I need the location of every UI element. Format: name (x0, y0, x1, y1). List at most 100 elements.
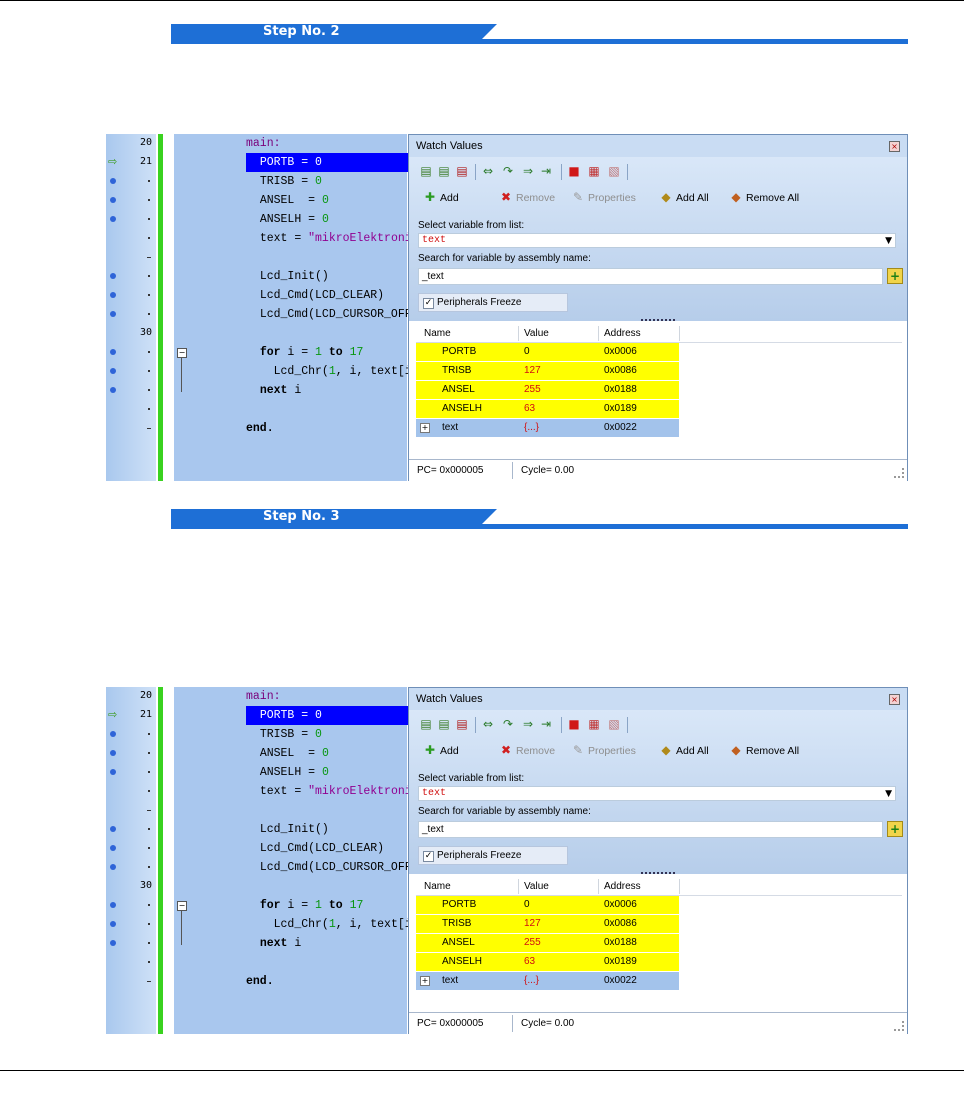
gutter-row[interactable] (106, 725, 156, 744)
remove-button[interactable]: ✖ Remove (499, 189, 555, 205)
breakpoint-marker-icon[interactable] (110, 349, 116, 355)
code-editor[interactable]: main: PORTB = 0 TRISB = 0 ANSEL = 0 ANSE… (174, 687, 471, 1034)
gutter-row[interactable] (106, 191, 156, 210)
add-button[interactable]: ✚ Add (423, 742, 459, 758)
gutter-row[interactable]: ⇨ 21 (106, 706, 156, 725)
column-header-address[interactable]: Address (604, 880, 641, 893)
step-into-icon[interactable]: ▤ (437, 717, 451, 731)
clear-breakpoints-icon[interactable]: ▧ (607, 717, 621, 731)
gutter-row[interactable]: 20 (106, 134, 156, 153)
assembly-name-search-input[interactable]: _text (418, 821, 883, 838)
gutter-row[interactable] (106, 229, 156, 248)
breakpoint-marker-icon[interactable] (110, 311, 116, 317)
gutter-row[interactable] (106, 305, 156, 324)
variable-select[interactable]: text ▼ (418, 233, 896, 248)
table-row[interactable]: TRISB 127 0x0086 (416, 915, 679, 933)
gutter-row[interactable] (106, 343, 156, 362)
table-row[interactable]: PORTB 0 0x0006 (416, 343, 679, 361)
column-header-name[interactable]: Name (424, 327, 451, 340)
run-to-cursor-icon[interactable]: ↷ (501, 164, 515, 178)
step-out-icon[interactable]: ⇒ (521, 164, 535, 178)
gutter-row[interactable] (106, 210, 156, 229)
splitter-grip[interactable] (641, 319, 675, 323)
breakpoint-marker-icon[interactable] (110, 769, 116, 775)
peripherals-freeze-checkbox[interactable]: ✓ Peripherals Freeze (418, 846, 568, 865)
table-row[interactable]: TRISB 127 0x0086 (416, 362, 679, 380)
gutter-row[interactable] (106, 381, 156, 400)
toggle-breakpoint-icon[interactable]: ⇔ (481, 164, 495, 178)
close-icon[interactable]: × (889, 694, 900, 705)
gutter-row[interactable] (106, 820, 156, 839)
table-row-selected[interactable]: + text {...} 0x0022 (416, 419, 679, 437)
step-over-icon[interactable]: ▤ (455, 164, 469, 178)
gutter-row[interactable] (106, 953, 156, 972)
gutter-row[interactable] (106, 763, 156, 782)
assembly-name-search-input[interactable]: _text (418, 268, 883, 285)
expand-icon[interactable]: + (420, 423, 430, 433)
breakpoint-marker-icon[interactable] (110, 845, 116, 851)
gutter-row[interactable]: 20 (106, 687, 156, 706)
breakpoint-marker-icon[interactable] (110, 178, 116, 184)
chevron-down-icon[interactable]: ▼ (885, 787, 892, 801)
gutter-row[interactable]: 30 (106, 877, 156, 896)
chevron-down-icon[interactable]: ▼ (885, 234, 892, 248)
gutter-row[interactable] (106, 782, 156, 801)
step-into-icon[interactable]: ▤ (437, 164, 451, 178)
breakpoint-marker-icon[interactable] (110, 940, 116, 946)
remove-all-button[interactable]: ◆ Remove All (729, 742, 799, 758)
remove-all-button[interactable]: ◆ Remove All (729, 189, 799, 205)
breakpoints-list-icon[interactable]: ▦ (587, 717, 601, 731)
resize-grip-icon[interactable] (894, 468, 904, 478)
run-to-cursor-icon[interactable]: ↷ (501, 717, 515, 731)
run-icon[interactable]: ▤ (419, 717, 433, 731)
clear-breakpoints-icon[interactable]: ▧ (607, 164, 621, 178)
add-all-button[interactable]: ◆ Add All (659, 742, 708, 758)
gutter-row[interactable]: 30 (106, 324, 156, 343)
splitter-grip[interactable] (641, 872, 675, 876)
column-header-value[interactable]: Value (524, 327, 549, 340)
breakpoint-marker-icon[interactable] (110, 368, 116, 374)
add-all-button[interactable]: ◆ Add All (659, 189, 708, 205)
jump-icon[interactable]: ⇥ (539, 717, 553, 731)
column-header-value[interactable]: Value (524, 880, 549, 893)
breakpoint-marker-icon[interactable] (110, 387, 116, 393)
stop-icon[interactable]: ■ (567, 164, 581, 178)
fold-toggle-icon[interactable]: − (177, 901, 187, 911)
gutter-row[interactable] (106, 801, 156, 820)
breakpoints-list-icon[interactable]: ▦ (587, 164, 601, 178)
breakpoint-marker-icon[interactable] (110, 921, 116, 927)
properties-button[interactable]: ✎ Properties (571, 742, 636, 758)
properties-button[interactable]: ✎ Properties (571, 189, 636, 205)
breakpoint-marker-icon[interactable] (110, 273, 116, 279)
remove-button[interactable]: ✖ Remove (499, 742, 555, 758)
gutter-row[interactable] (106, 896, 156, 915)
gutter-row[interactable]: ⇨ 21 (106, 153, 156, 172)
breakpoint-marker-icon[interactable] (110, 864, 116, 870)
gutter-row[interactable] (106, 915, 156, 934)
gutter-row[interactable] (106, 286, 156, 305)
gutter-row[interactable] (106, 744, 156, 763)
breakpoint-marker-icon[interactable] (110, 750, 116, 756)
table-row[interactable]: ANSEL 255 0x0188 (416, 934, 679, 952)
breakpoint-marker-icon[interactable] (110, 731, 116, 737)
table-row[interactable]: ANSELH 63 0x0189 (416, 953, 679, 971)
jump-icon[interactable]: ⇥ (539, 164, 553, 178)
gutter-row[interactable] (106, 419, 156, 438)
toggle-breakpoint-icon[interactable]: ⇔ (481, 717, 495, 731)
gutter-row[interactable] (106, 934, 156, 953)
expand-icon[interactable]: + (420, 976, 430, 986)
breakpoint-marker-icon[interactable] (110, 197, 116, 203)
gutter-row[interactable] (106, 248, 156, 267)
table-row[interactable]: PORTB 0 0x0006 (416, 896, 679, 914)
add-button[interactable]: ✚ Add (423, 189, 459, 205)
stop-icon[interactable]: ■ (567, 717, 581, 731)
add-variable-icon[interactable]: + (887, 821, 903, 837)
breakpoint-marker-icon[interactable] (110, 902, 116, 908)
column-header-address[interactable]: Address (604, 327, 641, 340)
gutter-row[interactable] (106, 267, 156, 286)
gutter-row[interactable] (106, 362, 156, 381)
peripherals-freeze-checkbox[interactable]: ✓ Peripherals Freeze (418, 293, 568, 312)
column-header-name[interactable]: Name (424, 880, 451, 893)
gutter-row[interactable] (106, 172, 156, 191)
gutter-row[interactable] (106, 858, 156, 877)
